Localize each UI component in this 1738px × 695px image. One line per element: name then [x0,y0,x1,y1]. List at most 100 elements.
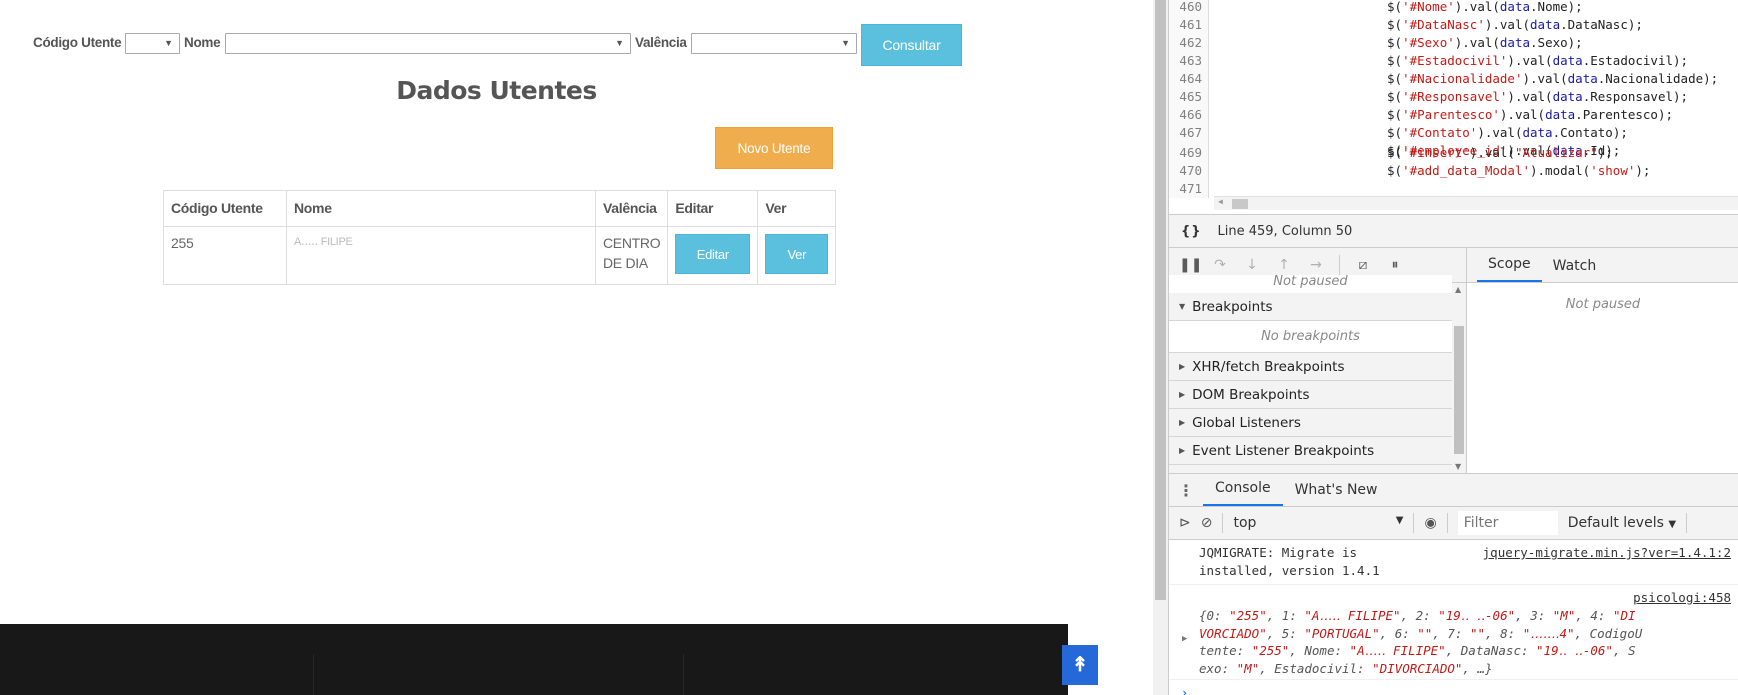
code-line: 470 $('#add_data_Modal').modal('show'); [1169,162,1650,180]
log-levels-select[interactable]: Default levels ▼ [1568,515,1676,531]
sidebar-scrollbar[interactable]: ▲ ▼ [1452,283,1466,473]
section-breakpoints[interactable]: ▼ Breakpoints [1169,293,1452,321]
scrollbar-thumb[interactable] [1232,199,1248,209]
line-number: 464 [1169,70,1209,88]
pretty-print-icon[interactable]: {} [1181,224,1202,239]
section-global-listeners[interactable]: ▶ Global Listeners [1169,409,1452,437]
code-selector: '#Contato' [1402,125,1478,140]
sidebar-toggle-icon[interactable]: ⊳ [1179,515,1191,531]
scroll-left-icon: ◀ [1218,197,1223,206]
clear-console-icon[interactable]: ⊘ [1201,515,1213,531]
line-number: 465 [1169,88,1209,106]
section-label: DOM Breakpoints [1192,386,1310,403]
section-dom-breakpoints[interactable]: ▶ DOM Breakpoints [1169,381,1452,409]
code-field: Parentesco [1582,107,1658,122]
code-selector: '#Responsavel' [1402,89,1508,104]
horizontal-scrollbar[interactable]: ◀ [1214,196,1738,210]
source-editor[interactable]: 460 $('#Nome').val(data.Nome); 461 $('#Data… [1169,0,1738,210]
code-selector: '#Nome' [1402,0,1455,14]
deactivate-breakpoints-icon[interactable]: ⧄ [1354,257,1372,273]
triangle-down-icon: ▼ [1179,302,1186,311]
chevron-down-icon: ▼ [164,38,173,48]
line-number: 467 [1169,124,1209,142]
codigo-utente-label: Código Utente [33,35,122,50]
tab-watch[interactable]: Watch [1542,258,1608,282]
code-selector: '#Nacionalidade' [1402,71,1523,86]
message-source-link[interactable]: psicologi:458 [1633,589,1731,607]
chevron-down-icon: ▼ [1668,519,1677,530]
section-label: Event Listener Breakpoints [1192,442,1375,459]
code-selector: '#DataNasc' [1402,17,1485,32]
page-scrollbar[interactable] [1153,0,1168,695]
code-line: 463 $('#Estadocivil').val(data.Estadocivi… [1169,52,1688,70]
code-line: 460 $('#Nome').val(data.Nome); [1169,0,1583,16]
code-line: 462 $('#Sexo').val(data.Sexo); [1169,34,1583,52]
expand-triangle-icon[interactable]: ▶ [1182,631,1187,649]
section-event-listener-breakpoints[interactable]: ▶ Event Listener Breakpoints [1169,437,1452,465]
table-row: 255 A․․․․․ FILIPE CENTRO DE DIA Editar V… [163,226,837,285]
message-source-link[interactable]: jquery-migrate.min.js?ver=1.4.1:2 [1483,544,1731,562]
console-message: JQMIGRATE: Migrate is installed, version… [1169,540,1738,585]
scroll-to-top-button[interactable]: ↟ [1062,645,1098,685]
context-value: top [1233,515,1257,531]
pause-icon[interactable]: ❚❚ [1179,257,1202,273]
footer-divider [683,654,684,695]
line-number: 469 [1169,144,1209,162]
header-ver: Ver [757,190,837,227]
eye-icon[interactable]: ◉ [1424,515,1436,531]
ver-button[interactable]: Ver [765,234,829,274]
toolbar-separator [1222,513,1224,533]
step-over-icon[interactable]: ↷ [1211,257,1229,273]
console-message[interactable]: psicologi:458 ▶ {0: "255", 1: "A․․․․․ FI… [1169,585,1738,680]
scrollbar-thumb[interactable] [1155,0,1166,600]
toolbar-separator [1339,255,1340,275]
scroll-up-icon[interactable]: ▲ [1455,285,1461,294]
double-chevron-up-icon: ↟ [1071,654,1089,676]
triangle-right-icon: ▶ [1179,446,1186,455]
triangle-right-icon: ▶ [1179,390,1186,399]
step-icon[interactable]: → [1307,257,1325,273]
codigo-utente-select[interactable]: ▼ [125,33,180,54]
novo-utente-button[interactable]: Novo Utente [715,127,833,169]
code-field: DataNasc [1567,17,1628,32]
no-breakpoints-message: No breakpoints [1169,321,1452,353]
code-field: Nome [1537,0,1568,14]
code-line: 467 $('#Contato').val(data.Contato); [1169,124,1628,142]
drawer-tabbar: ⋮ Console What's New [1169,473,1738,507]
console-prompt-icon[interactable]: › [1181,686,1188,695]
code-line: 471 [1169,180,1209,198]
toolbar-separator [1413,513,1415,533]
consultar-button[interactable]: Consultar [861,24,962,66]
section-label: Breakpoints [1192,298,1273,315]
code-field: Contato [1560,125,1613,140]
step-into-icon[interactable]: ↓ [1243,257,1261,273]
valencia-label: Valência [635,35,687,50]
section-xhr-breakpoints[interactable]: ▶ XHR/fetch Breakpoints [1169,353,1452,381]
step-out-icon[interactable]: ↑ [1275,257,1293,273]
console-filter-input[interactable] [1457,511,1558,535]
code-line: 465 $('#Responsavel').val(data.Responsave… [1169,88,1688,106]
nome-select[interactable]: ▼ [225,33,631,54]
line-number: 462 [1169,34,1209,52]
code-selector: '#insert' [1402,145,1470,160]
table-header-row: Código Utente Nome Valência Editar Ver [163,190,837,227]
web-page: Código Utente ▼ Nome ▼ Valência ▼ Consul… [0,0,1153,695]
code-field: Sexo [1537,35,1568,50]
code-selector: '#Parentesco' [1402,107,1500,122]
scrollbar-thumb[interactable] [1454,326,1464,454]
tab-console[interactable]: Console [1203,480,1283,506]
tab-scope[interactable]: Scope [1477,256,1542,282]
console-toolbar: ⊳ ⊘ top ▼ ◉ Default levels ▼ [1169,507,1738,540]
editar-button[interactable]: Editar [675,234,751,274]
toolbar-separator [1686,513,1688,533]
context-select[interactable]: top ▼ [1233,515,1403,531]
tab-whats-new[interactable]: What's New [1283,482,1390,506]
valencia-select[interactable]: ▼ [691,33,857,54]
pause-on-exceptions-icon[interactable]: ⏸ [1386,257,1404,273]
scroll-down-icon[interactable]: ▼ [1455,462,1461,471]
code-field: Nacionalidade [1605,71,1704,86]
cell-codigo: 255 [163,226,287,285]
line-number: 466 [1169,106,1209,124]
more-menu-icon[interactable]: ⋮ [1169,474,1203,506]
triangle-right-icon: ▶ [1179,362,1186,371]
